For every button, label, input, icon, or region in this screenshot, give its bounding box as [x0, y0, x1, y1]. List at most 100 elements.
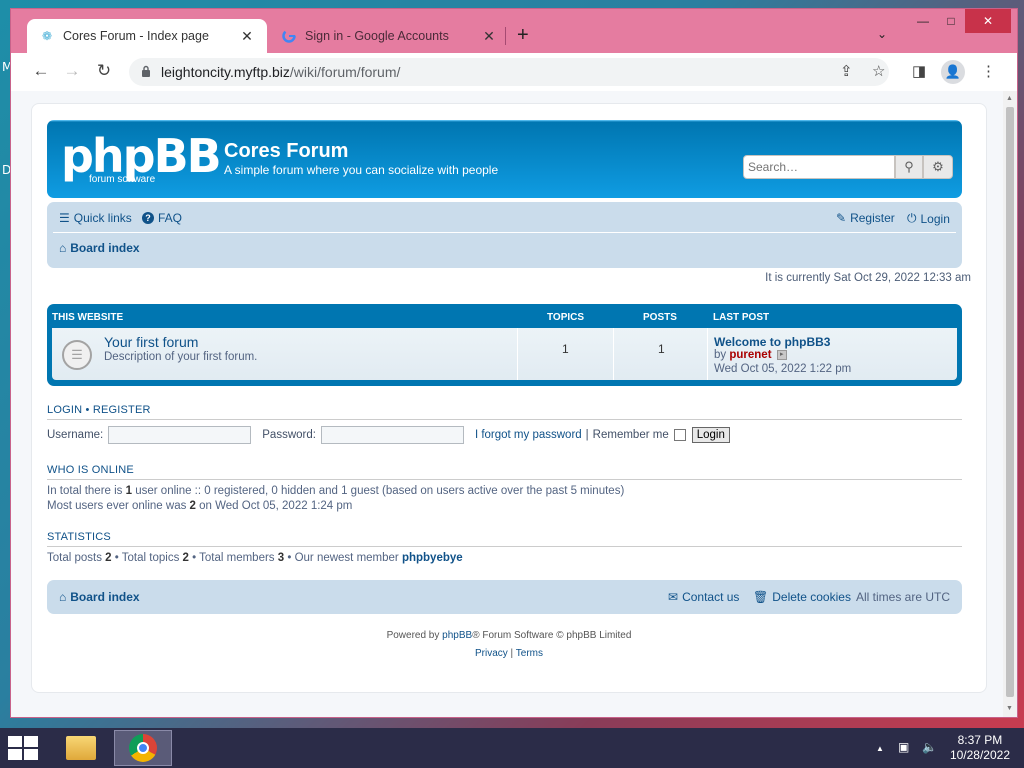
quick-links-label: Quick links: [73, 211, 132, 225]
start-button[interactable]: [8, 736, 38, 760]
tab-google-signin[interactable]: Sign in - Google Accounts ✕: [269, 19, 509, 53]
taskbar: ▲ ▣ 🔈 8:37 PM 10/28/2022: [0, 728, 1024, 768]
back-button[interactable]: ←: [30, 61, 52, 81]
forum-header: phpBB forum software Cores Forum A simpl…: [47, 120, 962, 198]
profile-avatar-icon[interactable]: 👤: [941, 60, 965, 84]
site-description: A simple forum where you can socialize w…: [224, 163, 499, 177]
search-input[interactable]: [743, 155, 895, 179]
page-viewport: phpBB forum software Cores Forum A simpl…: [11, 91, 1017, 717]
record-text: Most users ever online was: [47, 500, 190, 512]
phpbb-logo[interactable]: phpBB forum software: [61, 133, 222, 185]
chrome-icon: [129, 734, 157, 762]
footer-board-index[interactable]: ⌂ Board index: [59, 590, 140, 604]
last-post-author-link[interactable]: purenet: [729, 349, 771, 361]
tab-divider: [505, 27, 506, 45]
register-link[interactable]: ✎ Register: [836, 211, 895, 225]
system-clock[interactable]: 8:37 PM 10/28/2022: [950, 733, 1010, 763]
tab-close-icon[interactable]: ✕: [481, 28, 497, 45]
forgot-password-link[interactable]: I forgot my password: [475, 429, 582, 441]
terms-link[interactable]: Terms: [516, 648, 543, 659]
register-heading-link[interactable]: REGISTER: [93, 404, 151, 416]
contact-us-link[interactable]: ✉ Contact us: [668, 590, 739, 604]
tab-cores-forum[interactable]: ❁ Cores Forum - Index page ✕: [27, 19, 267, 53]
google-icon: [281, 28, 297, 44]
statistics-section: STATISTICS Total posts 2 • Total topics …: [47, 531, 962, 566]
online-line-2: Most users ever online was 2 on Wed Oct …: [47, 499, 962, 514]
newest-member-link[interactable]: phpbyebye: [402, 552, 463, 564]
view-latest-post-icon[interactable]: ▸: [776, 349, 787, 360]
side-panel-icon[interactable]: ◨: [912, 62, 926, 80]
record-text: on Wed Oct 05, 2022 1:24 pm: [195, 500, 353, 512]
search-button[interactable]: ⚲: [895, 155, 923, 179]
tab-close-icon[interactable]: ✕: [239, 28, 255, 45]
privacy-link[interactable]: Privacy: [475, 648, 508, 659]
scroll-thumb[interactable]: [1006, 107, 1014, 697]
maximize-button[interactable]: □: [936, 9, 966, 33]
question-circle-icon: ?: [142, 212, 154, 224]
faq-link[interactable]: ? FAQ: [142, 211, 182, 225]
chrome-taskbar-button[interactable]: [114, 730, 172, 766]
page-scrollbar[interactable]: ▲ ▼: [1003, 91, 1017, 717]
clock-date: 10/28/2022: [949, 748, 1010, 762]
address-bar[interactable]: leightoncity.myftp.biz/wiki/forum/forum/: [129, 58, 889, 86]
search-box: ⚲ ⚙: [743, 155, 953, 179]
lock-icon[interactable]: [141, 65, 151, 80]
home-icon: ⌂: [59, 590, 67, 604]
current-time: It is currently Sat Oct 29, 2022 12:33 a…: [765, 272, 971, 284]
password-field[interactable]: [320, 426, 464, 444]
link-separator: |: [507, 648, 516, 659]
reload-button[interactable]: ↻: [93, 61, 115, 81]
scroll-up-icon[interactable]: ▲: [1006, 95, 1013, 102]
powered-by-text: Powered by: [386, 630, 443, 641]
forum-read-icon: ☰: [62, 340, 92, 370]
footer-nav-bar: ⌂ Board index ✉ Contact us 🗑 Delete cook…: [47, 580, 962, 614]
show-hidden-icons[interactable]: ▲: [876, 744, 884, 753]
tab-search-dropdown-icon[interactable]: ⌄: [877, 27, 887, 41]
posts-cell: 1: [613, 328, 707, 380]
forward-button[interactable]: →: [61, 61, 83, 81]
minimize-button[interactable]: —: [908, 9, 938, 33]
delete-cookies-link[interactable]: 🗑 Delete cookies: [753, 590, 851, 604]
quick-links-menu[interactable]: ☰ Quick links: [59, 211, 132, 225]
nav-divider: [53, 232, 956, 233]
login-link[interactable]: ⏻ Login: [907, 211, 950, 226]
last-post-divider: [707, 328, 708, 380]
hamburger-icon: ☰: [59, 211, 70, 225]
by-label: by: [714, 349, 727, 361]
new-tab-button[interactable]: +: [517, 25, 529, 45]
volume-icon[interactable]: 🔈: [922, 740, 937, 754]
phpbb-link[interactable]: phpBB: [442, 630, 472, 641]
login-label: Login: [920, 211, 950, 226]
last-post-title-link[interactable]: Welcome to phpBB3: [714, 335, 830, 349]
advanced-search-button[interactable]: ⚙: [923, 155, 953, 179]
online-line-1: In total there is 1 user online :: 0 reg…: [47, 484, 962, 499]
menu-kebab-icon[interactable]: ⋮: [981, 62, 996, 80]
statistics-line: Total posts 2 • Total topics 2 • Total m…: [47, 551, 962, 566]
remember-me-checkbox[interactable]: [673, 429, 686, 441]
who-is-online-heading[interactable]: WHO IS ONLINE: [47, 464, 962, 480]
breadcrumb-board-index[interactable]: ⌂ Board index: [59, 241, 140, 255]
col-last-post-header: LAST POST: [713, 312, 770, 323]
phpbb-favicon-icon: ❁: [41, 29, 53, 43]
username-label: Username:: [47, 429, 104, 441]
file-explorer-button[interactable]: [52, 730, 110, 766]
share-icon[interactable]: ⇪: [840, 62, 853, 80]
powered-by-line: Powered by phpBB® Forum Software © phpBB…: [32, 627, 986, 645]
online-text: In total there is: [47, 485, 126, 497]
close-window-button[interactable]: ✕: [965, 9, 1011, 33]
bookmark-star-icon[interactable]: ☆: [872, 62, 885, 80]
forum-title-link[interactable]: Your first forum: [104, 334, 198, 350]
stat-label: • Our newest member: [284, 552, 402, 564]
home-icon: ⌂: [59, 241, 67, 255]
login-button[interactable]: Login: [691, 427, 730, 443]
trash-icon: 🗑: [753, 590, 769, 604]
scroll-down-icon[interactable]: ▼: [1006, 705, 1013, 712]
search-icon: ⚲: [904, 159, 914, 174]
login-form: Username: Password: I forgot my password…: [47, 426, 962, 444]
login-heading-link[interactable]: LOGIN: [47, 404, 82, 416]
username-field[interactable]: [108, 426, 252, 444]
network-icon[interactable]: ▣: [898, 740, 909, 754]
copyright-text: ® Forum Software © phpBB Limited: [472, 630, 632, 641]
category-header: THIS WEBSITE TOPICS POSTS LAST POST: [52, 308, 957, 328]
category-title[interactable]: THIS WEBSITE: [52, 312, 123, 323]
